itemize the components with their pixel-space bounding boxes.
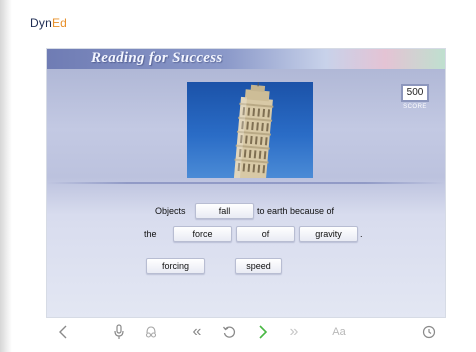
lesson-title: Reading for Success <box>91 50 223 66</box>
answer-slot-2[interactable]: force <box>173 226 232 242</box>
next-icon[interactable] <box>254 322 272 342</box>
answer-slot-1[interactable]: fall <box>195 203 254 219</box>
score-value: 500 <box>401 84 429 102</box>
lesson-panel: Reading for Success 500 SCORE Objects fa… <box>46 48 446 318</box>
sentence-period: . <box>360 229 363 239</box>
microphone-icon[interactable] <box>110 322 128 342</box>
rewind-icon[interactable]: « <box>188 322 206 342</box>
word-choice-speed[interactable]: speed <box>235 258 282 274</box>
sentence-text-objects: Objects <box>155 206 186 216</box>
fast-forward-icon[interactable]: » <box>285 322 303 342</box>
listen-icon[interactable] <box>142 322 160 342</box>
answer-slot-4[interactable]: gravity <box>299 226 358 242</box>
back-icon[interactable] <box>54 322 72 342</box>
window-shadow <box>0 0 12 352</box>
score-label: SCORE <box>403 104 427 110</box>
section-divider <box>47 182 445 184</box>
title-banner: Reading for Success <box>47 49 445 69</box>
clock-icon[interactable] <box>420 322 438 342</box>
leaning-tower-photo <box>187 82 313 178</box>
word-choice-forcing[interactable]: forcing <box>146 258 205 274</box>
text-size-icon[interactable]: Aa <box>327 322 351 342</box>
answer-slot-3[interactable]: of <box>236 226 295 242</box>
sentence-text-to-earth: to earth because of <box>257 206 335 216</box>
sentence-text-the: the <box>144 229 157 239</box>
dyned-logo: DynEd <box>30 16 68 30</box>
repeat-icon[interactable] <box>220 322 238 342</box>
